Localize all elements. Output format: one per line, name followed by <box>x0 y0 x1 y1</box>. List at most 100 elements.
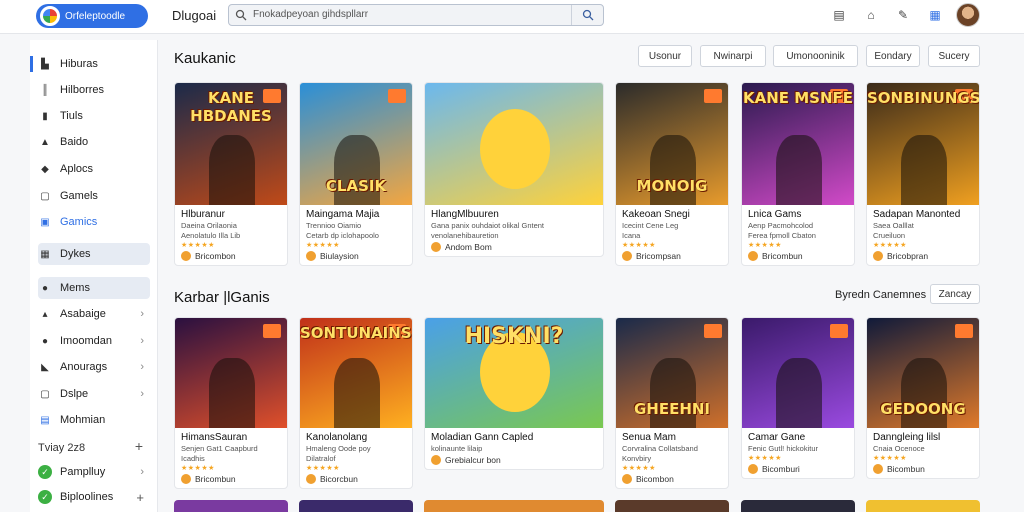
filter-chip[interactable]: Sucery <box>928 45 980 67</box>
publisher-name: Andom Bom <box>445 242 492 252</box>
game-title[interactable]: Kanolanolang <box>300 428 412 443</box>
sidebar-item-bookmark[interactable]: ▮ Tiuls <box>38 105 150 127</box>
game-card[interactable]: GHEEHNI Senua Mam Corvralina Collatsband Ko… <box>615 317 729 489</box>
sidebar-item-dykes[interactable]: ▦ Dykes <box>38 243 150 265</box>
thumbnail-title: SONBINUNGS! <box>867 89 979 107</box>
publisher-icon <box>181 251 191 261</box>
filter-chip[interactable]: Umonooninik <box>773 45 858 67</box>
game-description: Hmaleng Oode poy <box>306 444 371 453</box>
filter-chip[interactable]: Eondary <box>866 45 920 67</box>
search-button[interactable] <box>571 5 603 25</box>
game-card-peek[interactable] <box>424 500 604 512</box>
search-input[interactable]: Fnokadpeyoan gihdspllarr <box>253 9 368 20</box>
game-card[interactable]: KANE HBDANES Hlburanur Daeina Orilaonia Aen… <box>174 82 288 266</box>
publisher: Bicombun <box>867 462 979 478</box>
game-thumbnail[interactable]: SONBINUNGS! <box>867 83 979 205</box>
character-illustration <box>209 358 255 428</box>
filter-chip[interactable]: Usonur <box>638 45 692 67</box>
sidebar-item-apps[interactable]: ◆ Aplocs <box>38 158 150 180</box>
sidebar-sub-item[interactable]: ✓ Biploolines + <box>38 486 150 508</box>
game-description: Senjen Gat1 Caapburd <box>181 444 258 453</box>
apps-icon[interactable]: ▦ <box>926 6 944 24</box>
sidebar-item-label: Biploolines <box>60 491 114 503</box>
sidebar-item-label: Asabaige <box>60 308 106 320</box>
game-card[interactable]: MONOIG Kakeoan Snegi Icecint Cene Leg Icana… <box>615 82 729 266</box>
publisher-name: Bicombun <box>887 464 925 474</box>
game-card-peek[interactable] <box>615 500 729 512</box>
game-thumbnail[interactable]: MONOIG <box>616 83 728 205</box>
game-title[interactable]: Camar Gane <box>742 428 854 443</box>
thumbnail-title: KANE MSNFE <box>742 89 854 107</box>
game-card[interactable]: Camar Gane Fenic Gutl! hickokitur ★★★★★ Bic… <box>741 317 855 479</box>
document-icon[interactable]: ▤ <box>830 6 848 24</box>
game-thumbnail[interactable]: GHEEHNI <box>616 318 728 428</box>
sidebar-item-label: Anourags <box>60 361 108 373</box>
sidebar-item-games[interactable]: ▢ Gamels <box>38 185 150 207</box>
character-illustration <box>776 358 822 428</box>
game-title[interactable]: Moladian Gann Capled <box>425 428 603 443</box>
add-icon: + <box>136 489 144 505</box>
publisher-icon <box>622 251 632 261</box>
game-thumbnail[interactable] <box>425 83 603 205</box>
game-title[interactable]: Senua Mam <box>616 428 728 443</box>
rating-badge <box>830 324 848 338</box>
game-card[interactable]: CLASIK Maingama Majia Trennioo Oiamio Cetar… <box>299 82 413 266</box>
game-title[interactable]: Kakeoan Snegi <box>616 205 728 220</box>
sort-dropdown[interactable]: Zancay <box>930 284 980 304</box>
game-thumbnail[interactable]: KANE HBDANES <box>175 83 287 205</box>
gamepad-icon: ▣ <box>40 216 50 228</box>
sidebar-item-label: Mohmian <box>60 414 106 426</box>
game-card[interactable]: HlangMlbuuren Gana panix ouhdaiot olikal … <box>424 82 604 257</box>
game-title[interactable]: Hlburanur <box>175 205 287 220</box>
game-thumbnail[interactable]: SONTUNAINS! <box>300 318 412 428</box>
sidebar-item-dslpe[interactable]: ▢ Dslpe › <box>38 383 150 405</box>
game-thumbnail[interactable]: HISKNI? <box>425 318 603 428</box>
sidebar-item-mems[interactable]: ● Mems <box>38 277 150 299</box>
sidebar-item-anourags[interactable]: ◣ Anourags › <box>38 356 150 378</box>
sidebar-item-label: Pamplluy <box>60 466 106 478</box>
game-card[interactable]: SONBINUNGS! Sadapan Manonted Saea Oalllat C… <box>866 82 980 266</box>
sidebar-sub-item[interactable]: ✓ Pamplluy › <box>38 461 150 483</box>
sort-label: Byredn Canemnes <box>835 289 927 301</box>
game-card[interactable]: HimansSauran Senjen Gat1 Caapburd Icadhis ★… <box>174 317 288 489</box>
avatar[interactable] <box>956 3 980 27</box>
game-title[interactable]: Sadapan Manonted <box>867 205 979 220</box>
edit-icon[interactable]: ✎ <box>894 6 912 24</box>
game-thumbnail[interactable]: GEDOONG <box>867 318 979 428</box>
game-thumbnail[interactable]: CLASIK <box>300 83 412 205</box>
game-description: Icadhis <box>181 454 205 463</box>
sidebar-item-mohmian[interactable]: ▤ Mohmian <box>38 409 150 431</box>
game-card[interactable]: GEDOONG Danngleing lilsl Cnaia Ocenoce ★★★★… <box>866 317 980 479</box>
sidebar-item-label: Tiuls <box>60 110 83 122</box>
sidebar-item-gamics[interactable]: ▣ Gamics <box>38 211 150 233</box>
game-title[interactable]: Danngleing lilsl <box>867 428 979 443</box>
sidebar-item-user[interactable]: ▲ Baido <box>38 131 150 153</box>
app-logo[interactable]: Orfeleptoodle <box>36 4 148 28</box>
sidebar-item-home[interactable]: ▙ Hiburas <box>30 53 150 75</box>
star-rating-icon: ★★★★★ <box>622 242 656 249</box>
sidebar: ▙ Hiburas ║ Hilborres ▮ Tiuls ▲ Baido ◆ Aploc… <box>30 40 158 512</box>
publisher: Bricombon <box>175 249 287 265</box>
game-thumbnail[interactable]: KANE MSNFE <box>742 83 854 205</box>
game-card-peek[interactable] <box>174 500 288 512</box>
game-card[interactable]: HISKNI? Moladian Gann Capled kolinaunte li… <box>424 317 604 470</box>
game-card-peek[interactable] <box>299 500 413 512</box>
sidebar-item-label: Hiburas <box>60 58 98 70</box>
game-card-peek[interactable] <box>866 500 980 512</box>
game-card[interactable]: KANE MSNFE Lnica Gams Aenp Pacmohcolod Fere… <box>741 82 855 266</box>
game-title[interactable]: Lnica Gams <box>742 205 854 220</box>
game-thumbnail[interactable] <box>742 318 854 428</box>
game-title[interactable]: Maingama Majia <box>300 205 412 220</box>
game-thumbnail[interactable] <box>175 318 287 428</box>
sidebar-item-asabaige[interactable]: ▴ Asabaige › <box>38 303 150 325</box>
game-title[interactable]: HimansSauran <box>175 428 287 443</box>
add-icon[interactable]: + <box>135 438 143 454</box>
search-bar[interactable]: Fnokadpeyoan gihdspllarr <box>228 4 604 26</box>
game-card-peek[interactable] <box>741 500 855 512</box>
sidebar-item-bars[interactable]: ║ Hilborres <box>38 79 150 101</box>
bell-icon[interactable]: ⌂ <box>862 6 880 24</box>
filter-chip[interactable]: Nwinarpi <box>700 45 766 67</box>
game-title[interactable]: HlangMlbuuren <box>425 205 603 220</box>
game-card[interactable]: SONTUNAINS! Kanolanolang Hmaleng Oode poy D… <box>299 317 413 489</box>
sidebar-item-imoomdan[interactable]: ● Imoomdan › <box>38 330 150 352</box>
